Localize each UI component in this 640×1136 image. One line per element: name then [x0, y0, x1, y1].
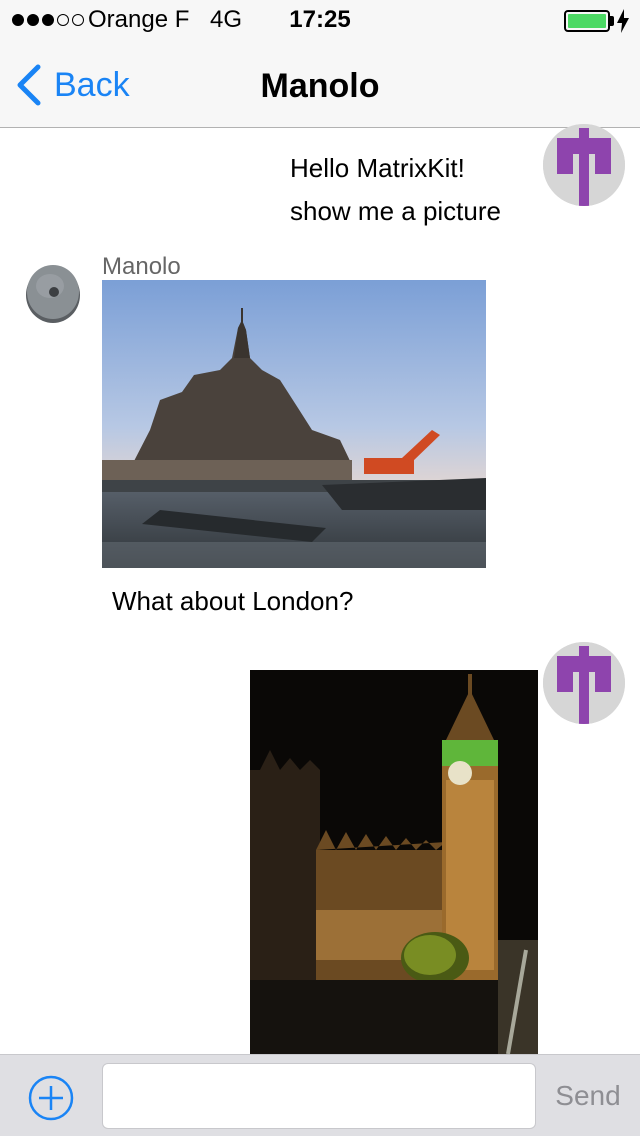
status-time: 17:25: [289, 6, 351, 33]
send-button[interactable]: Send: [540, 1063, 636, 1129]
bolt-icon: [617, 9, 629, 33]
mont-saint-michel-photo[interactable]: [102, 280, 486, 568]
plus-circle-icon[interactable]: [28, 1075, 74, 1121]
matrix-identicon-avatar[interactable]: [543, 642, 625, 724]
big-ben-night-photo[interactable]: [250, 670, 538, 1054]
message-text-line: What about London?: [112, 586, 354, 616]
message-input[interactable]: [102, 1063, 536, 1129]
battery-tip: [610, 16, 614, 26]
navigation-bar: Back Manolo: [0, 40, 640, 128]
battery-icon: [564, 10, 610, 32]
message-composer: Send: [0, 1054, 640, 1136]
conversation-title: Manolo: [260, 67, 380, 105]
status-bar: Orange F 4G 17:25: [0, 0, 640, 40]
millstone-avatar[interactable]: [24, 262, 82, 324]
message-text-line: Hello MatrixKit!: [290, 153, 465, 183]
matrix-identicon-avatar[interactable]: [543, 124, 625, 206]
message-text-line: show me a picture: [290, 196, 501, 226]
sender-name: Manolo: [102, 253, 181, 280]
